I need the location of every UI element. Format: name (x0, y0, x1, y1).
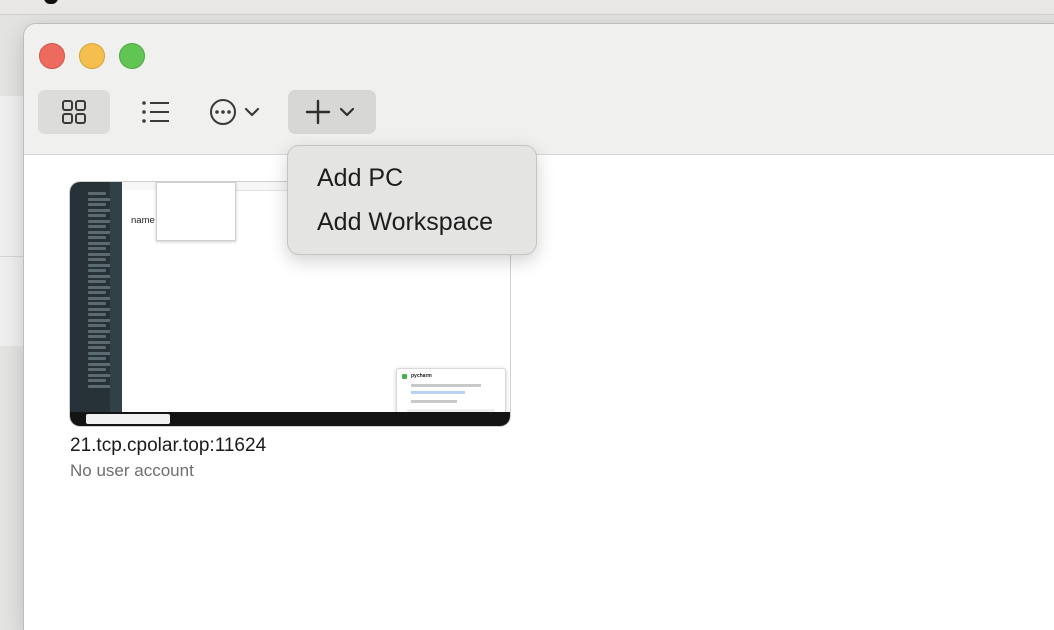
pc-user-account: No user account (70, 461, 194, 480)
close-window-button[interactable] (39, 43, 65, 69)
background-window (0, 96, 26, 346)
more-actions-icons (210, 99, 260, 125)
list-icon (142, 101, 169, 123)
app-window: name pycharm 21.tcp.cpolar.top:11624 No … (24, 24, 1054, 630)
add-workspace-menu-item[interactable]: Add Workspace (317, 208, 493, 237)
plus-icon (305, 99, 331, 125)
ellipsis-circle-icon (210, 99, 236, 125)
more-actions-button[interactable] (200, 90, 276, 134)
add-icons (305, 99, 355, 125)
add-menu: Add PC Add Workspace (287, 145, 537, 255)
add-button[interactable] (288, 90, 376, 134)
zoom-window-button[interactable] (119, 43, 145, 69)
list-view-button[interactable] (120, 90, 192, 134)
chevron-down-icon (339, 107, 355, 117)
grid-icon (62, 100, 86, 124)
pc-name: 21.tcp.cpolar.top:11624 (70, 435, 267, 456)
apple-icon (44, 0, 58, 4)
minimize-window-button[interactable] (79, 43, 105, 69)
pc-collection: name pycharm 21.tcp.cpolar.top:11624 No … (24, 155, 1054, 630)
chevron-down-icon (244, 107, 260, 117)
add-pc-menu-item[interactable]: Add PC (317, 164, 403, 193)
grid-view-button[interactable] (38, 90, 110, 134)
toolbar (24, 24, 1054, 155)
thumbnail-name-label: name (131, 215, 155, 226)
system-menu-bar (0, 0, 1054, 15)
